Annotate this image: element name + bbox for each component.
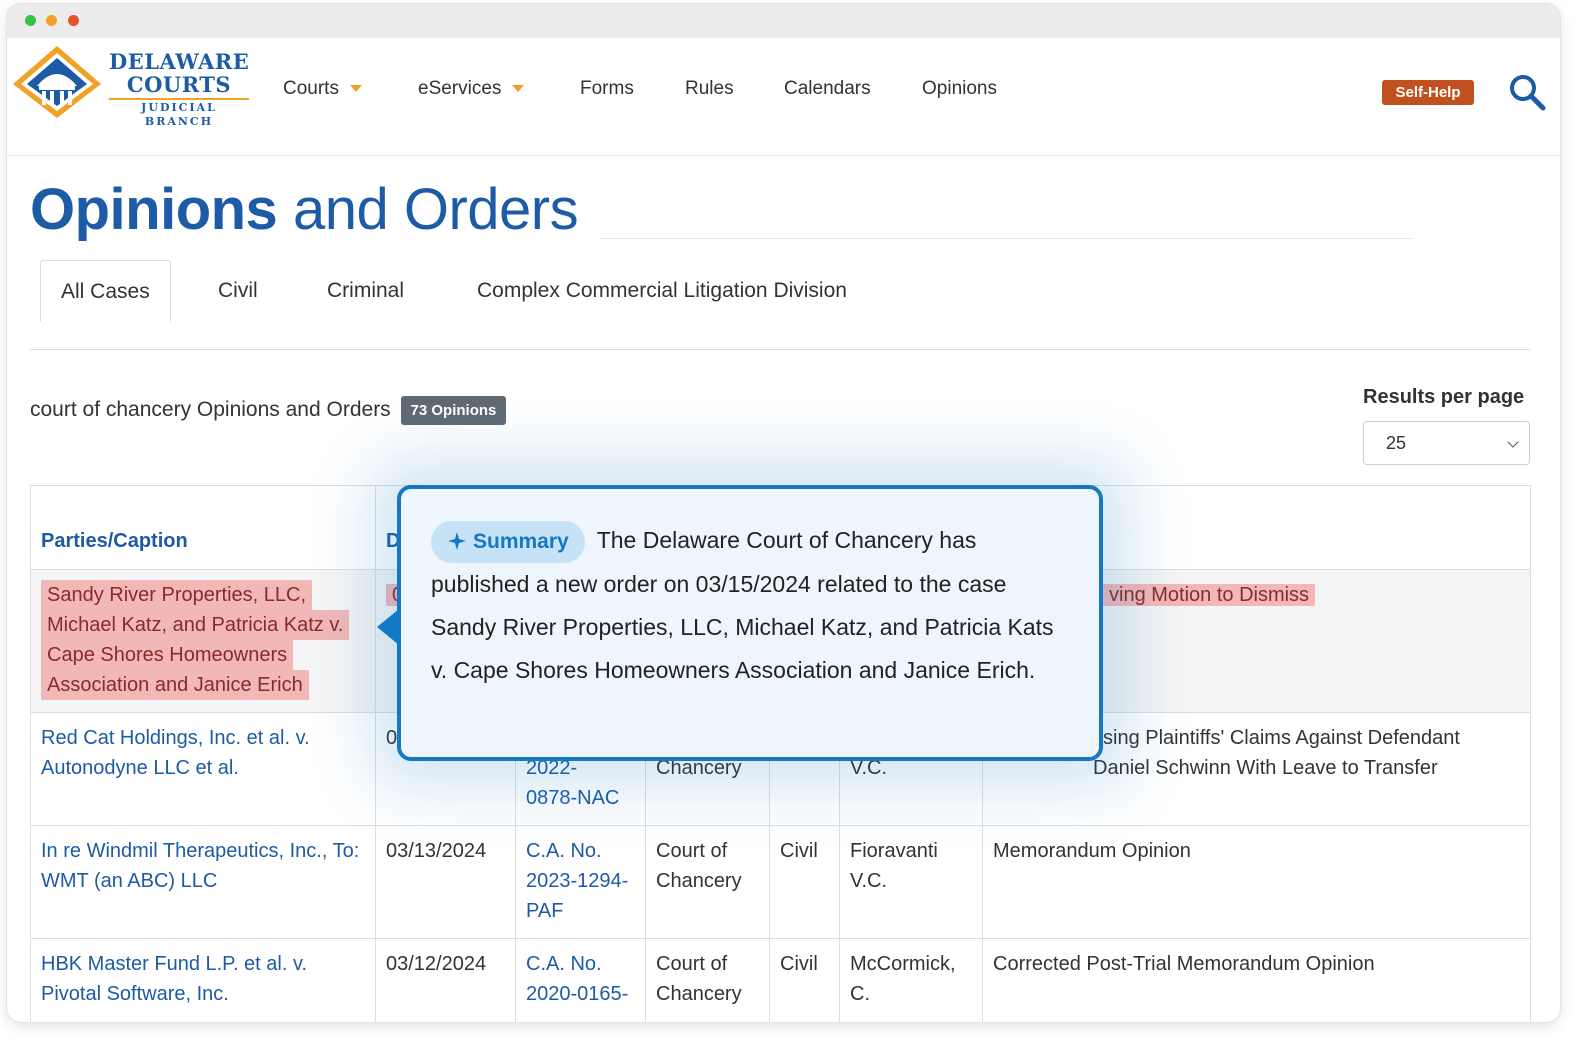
tab-complex-commercial[interactable]: Complex Commercial Litigation Division bbox=[457, 260, 867, 322]
window-maximize-button[interactable] bbox=[25, 15, 36, 26]
window-titlebar bbox=[7, 4, 1560, 38]
delaware-courts-logo-icon[interactable] bbox=[11, 44, 103, 120]
highlighted-caption-line[interactable]: Association and Janice Erich bbox=[41, 670, 309, 700]
tab-all-cases[interactable]: All Cases bbox=[40, 260, 171, 322]
caption-link[interactable]: Red Cat Holdings, Inc. et al. v. Autonod… bbox=[31, 713, 376, 825]
results-heading: court of chancery Opinions and Orders 73… bbox=[30, 396, 507, 425]
court-cell: Court of Chancery bbox=[646, 826, 770, 938]
nav-rules[interactable]: Rules bbox=[685, 78, 734, 100]
tooltip-pointer bbox=[377, 609, 399, 645]
highlighted-description: ving Motion to Dismiss bbox=[1103, 584, 1316, 606]
type-cell: Civil bbox=[770, 826, 840, 938]
window-minimize-button[interactable] bbox=[46, 15, 57, 26]
page-title-bold: Opinions bbox=[30, 177, 278, 242]
results-count-badge: 73 Opinions bbox=[400, 396, 507, 425]
column-header-parties[interactable]: Parties/Caption bbox=[31, 486, 376, 569]
nav-eservices[interactable]: eServices bbox=[418, 78, 525, 100]
judge-cell: McCormick, C. bbox=[840, 939, 983, 1022]
type-cell: Civil bbox=[770, 939, 840, 1022]
case-number-link[interactable]: C.A. No. 2023-1294-PAF bbox=[516, 826, 646, 938]
court-cell: Court of Chancery bbox=[646, 939, 770, 1022]
case-type-tabs: All Cases Civil Criminal Complex Commerc… bbox=[30, 260, 1530, 350]
page-title: Opinions and Orders bbox=[30, 176, 579, 243]
logo-line-delaware: DELAWARE bbox=[109, 49, 250, 74]
logo-line-courts: COURTS bbox=[126, 72, 232, 97]
highlighted-caption-line[interactable]: Sandy River Properties, LLC, bbox=[41, 580, 313, 610]
self-help-button[interactable]: Self-Help bbox=[1382, 80, 1474, 105]
sparkle-icon bbox=[448, 532, 466, 550]
tab-civil[interactable]: Civil bbox=[198, 260, 278, 322]
nav-forms[interactable]: Forms bbox=[580, 78, 634, 100]
nav-courts[interactable]: Courts bbox=[283, 78, 362, 100]
description-cell: Memorandum Opinion bbox=[993, 840, 1191, 862]
highlighted-caption-line[interactable]: Michael Katz, and Patricia Katz v. bbox=[41, 610, 350, 640]
results-per-page-select[interactable]: 25 bbox=[1363, 421, 1530, 465]
date-cell: 03/13/2024 bbox=[376, 826, 516, 938]
highlighted-caption-line[interactable]: Cape Shores Homeowners bbox=[41, 640, 294, 670]
results-per-page-label: Results per page bbox=[1363, 386, 1525, 408]
nav-opinions[interactable]: Opinions bbox=[922, 78, 997, 100]
chevron-down-icon bbox=[349, 85, 362, 93]
caption-cell[interactable]: Sandy River Properties, LLC, Michael Kat… bbox=[31, 570, 376, 712]
table-row: HBK Master Fund L.P. et al. v. Pivotal S… bbox=[31, 939, 1530, 1022]
page-title-rest: and Orders bbox=[277, 177, 579, 242]
date-cell: 03/12/2024 bbox=[376, 939, 516, 1022]
summary-tooltip: Summary The Delaware Court of Chancery h… bbox=[377, 485, 1103, 761]
search-icon[interactable] bbox=[1507, 72, 1547, 112]
chevron-down-icon bbox=[1507, 436, 1519, 448]
judge-cell: Fioravanti V.C. bbox=[840, 826, 983, 938]
nav-calendars[interactable]: Calendars bbox=[784, 78, 871, 100]
results-per-page-value: 25 bbox=[1386, 433, 1407, 453]
logo-line-judicial-branch: JUDICIAL BRANCH bbox=[109, 98, 249, 129]
caption-link[interactable]: HBK Master Fund L.P. et al. v. Pivotal S… bbox=[31, 939, 376, 1022]
title-divider bbox=[601, 238, 1413, 239]
results-label: court of chancery Opinions and Orders bbox=[30, 398, 391, 422]
window-close-button[interactable] bbox=[68, 15, 79, 26]
description-cell: Corrected Post-Trial Memorandum Opinion bbox=[993, 953, 1375, 975]
site-header: DELAWARE COURTS JUDICIAL BRANCH Courts e… bbox=[7, 38, 1560, 156]
summary-pill-label: Summary bbox=[473, 530, 569, 553]
nav-courts-label: Courts bbox=[283, 78, 339, 99]
case-number-link[interactable]: C.A. No. 2020-0165- bbox=[516, 939, 646, 1022]
table-row: In re Windmil Therapeutics, Inc., To: WM… bbox=[31, 826, 1530, 939]
nav-eservices-label: eServices bbox=[418, 78, 502, 99]
summary-pill: Summary bbox=[431, 521, 585, 563]
tab-criminal[interactable]: Criminal bbox=[307, 260, 424, 322]
logo-wordmark[interactable]: DELAWARE COURTS JUDICIAL BRANCH bbox=[109, 50, 249, 129]
caption-link[interactable]: In re Windmil Therapeutics, Inc., To: WM… bbox=[31, 826, 376, 938]
chevron-down-icon bbox=[512, 85, 525, 93]
